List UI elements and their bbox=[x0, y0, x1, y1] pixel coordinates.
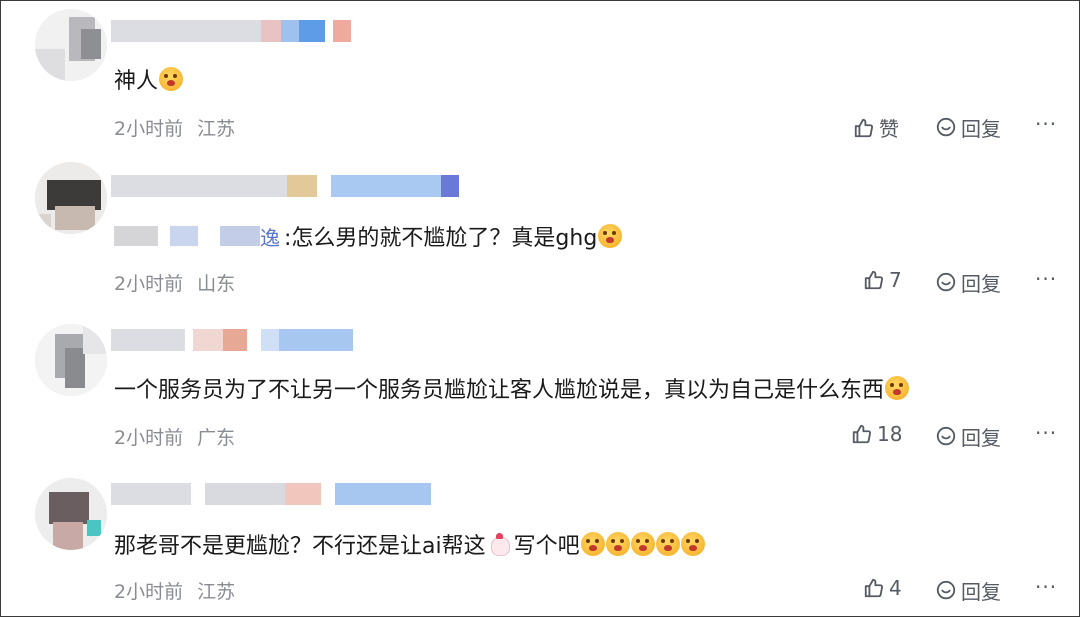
like-count: 18 bbox=[877, 422, 903, 446]
thumbs-up-icon bbox=[852, 424, 872, 444]
comment-meta: 2小时前 山东 bbox=[114, 269, 235, 296]
reply-button[interactable]: 回复 bbox=[935, 113, 1001, 142]
like-button[interactable]: 4 bbox=[863, 576, 902, 600]
comment-content: 神人 bbox=[114, 69, 159, 94]
reply-button[interactable]: 回复 bbox=[935, 576, 1001, 605]
chat-bubble-icon bbox=[936, 426, 956, 445]
like-count: 7 bbox=[889, 268, 902, 292]
comment-time: 2小时前 bbox=[114, 427, 184, 449]
comment-item: 一个服务员为了不让另一个服务员尴尬让客人尴尬说是，真以为自己是什么东西 2小时前… bbox=[1, 310, 1079, 460]
comment-item: 神人 2小时前 江苏 赞 回复 ··· bbox=[1, 1, 1079, 151]
surprised-face-emoji-icon bbox=[598, 224, 623, 248]
username-blurred[interactable] bbox=[111, 327, 353, 353]
surprised-face-emoji-icon bbox=[655, 532, 680, 556]
like-button[interactable]: 7 bbox=[863, 268, 902, 292]
comment-text: 神人 bbox=[114, 63, 184, 95]
comment-meta: 2小时前 广东 bbox=[114, 423, 235, 450]
comment-content: 那老哥不是更尴尬？不行还是让ai帮这 bbox=[114, 534, 486, 559]
comment-content: :怎么男的就不尴尬了？真是ghg bbox=[284, 226, 598, 251]
reply-target-blurred[interactable]: 逸 bbox=[114, 222, 280, 251]
surprised-face-emoji-icon bbox=[580, 532, 605, 556]
avatar[interactable] bbox=[35, 478, 107, 550]
more-options-button[interactable]: ··· bbox=[1035, 112, 1057, 136]
comment-time: 2小时前 bbox=[114, 273, 184, 295]
chicken-emoji-icon bbox=[488, 532, 512, 556]
comment-content: 一个服务员为了不让另一个服务员尴尬让客人尴尬说是，真以为自己是什么东西 bbox=[114, 378, 885, 403]
thumbs-up-icon bbox=[864, 270, 884, 290]
comment-meta: 2小时前 江苏 bbox=[114, 114, 235, 141]
surprised-face-emoji-icon bbox=[630, 532, 655, 556]
thumbs-up-icon bbox=[854, 118, 874, 137]
comment-location: 山东 bbox=[197, 273, 236, 295]
username-blurred[interactable] bbox=[111, 481, 431, 507]
reply-button[interactable]: 回复 bbox=[935, 268, 1001, 297]
like-count: 4 bbox=[889, 576, 902, 600]
comment-location: 广东 bbox=[197, 427, 236, 449]
avatar[interactable] bbox=[35, 324, 107, 396]
surprised-face-emoji-icon bbox=[885, 376, 910, 400]
comment-location: 江苏 bbox=[197, 118, 236, 140]
avatar[interactable] bbox=[35, 162, 107, 234]
surprised-face-emoji-icon bbox=[605, 532, 630, 556]
like-button[interactable]: 18 bbox=[851, 422, 902, 446]
more-options-button[interactable]: ··· bbox=[1035, 267, 1057, 291]
comment-time: 2小时前 bbox=[114, 581, 184, 603]
reply-label: 回复 bbox=[961, 426, 1001, 450]
comment-content-end: 写个吧 bbox=[513, 534, 580, 559]
surprised-face-emoji-icon bbox=[159, 67, 184, 91]
comment-text: 一个服务员为了不让另一个服务员尴尬让客人尴尬说是，真以为自己是什么东西 bbox=[114, 372, 910, 404]
reply-button[interactable]: 回复 bbox=[935, 422, 1001, 451]
comment-item: 那老哥不是更尴尬？不行还是让ai帮这 写个吧 2小时前 江苏 4 回复 ··· bbox=[1, 464, 1079, 614]
chat-bubble-icon bbox=[936, 580, 956, 599]
thumbs-up-icon bbox=[864, 578, 884, 598]
comment-location: 江苏 bbox=[197, 581, 236, 603]
like-button[interactable]: 赞 bbox=[853, 113, 899, 142]
comment-text: 逸 :怎么男的就不尴尬了？真是ghg bbox=[114, 220, 623, 252]
avatar[interactable] bbox=[35, 9, 107, 81]
comment-meta: 2小时前 江苏 bbox=[114, 577, 235, 604]
chat-bubble-icon bbox=[936, 117, 956, 136]
comment-list: 神人 2小时前 江苏 赞 回复 ··· 逸:怎么男的就不尴尬了？真是ghg 2… bbox=[0, 0, 1080, 617]
username-blurred[interactable] bbox=[111, 173, 459, 199]
surprised-face-emoji-icon bbox=[680, 532, 705, 556]
comment-time: 2小时前 bbox=[114, 118, 184, 140]
like-label: 赞 bbox=[879, 117, 899, 141]
reply-label: 回复 bbox=[961, 272, 1001, 296]
reply-label: 回复 bbox=[961, 580, 1001, 604]
more-options-button[interactable]: ··· bbox=[1035, 575, 1057, 599]
chat-bubble-icon bbox=[936, 272, 956, 291]
comment-text: 那老哥不是更尴尬？不行还是让ai帮这 写个吧 bbox=[114, 528, 705, 560]
reply-target-suffix: 逸 bbox=[260, 225, 280, 250]
username-blurred[interactable] bbox=[111, 18, 351, 44]
reply-label: 回复 bbox=[961, 117, 1001, 141]
more-options-button[interactable]: ··· bbox=[1035, 421, 1057, 445]
comment-item: 逸 :怎么男的就不尴尬了？真是ghg 2小时前 山东 7 回复 ··· bbox=[1, 156, 1079, 306]
